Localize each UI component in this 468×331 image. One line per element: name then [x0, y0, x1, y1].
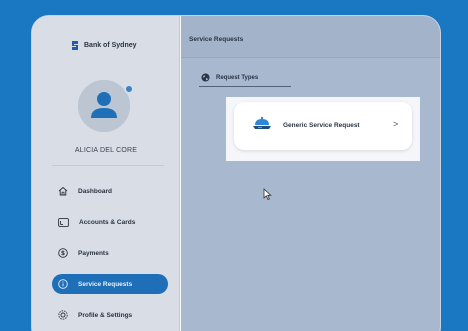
sidebar-item-service-requests[interactable]: Service Requests [52, 274, 168, 294]
svg-text:$: $ [61, 250, 65, 257]
sidebar-item-label: Accounts & Cards [79, 218, 136, 226]
sidebar-item-accounts-cards[interactable]: Accounts & Cards [52, 212, 168, 232]
chevron-right-icon: > [393, 119, 399, 129]
info-icon [58, 279, 68, 289]
mouse-cursor-icon [263, 188, 272, 201]
sidebar-item-label: Service Requests [78, 280, 133, 288]
main-content: Service Requests Request Types Generic S… [181, 16, 440, 331]
page-title: Service Requests [189, 36, 244, 43]
sidebar: Bank of Sydney ALICIA DEL CORE Dashboard [32, 16, 180, 331]
gear-icon [58, 310, 68, 320]
user-icon [78, 80, 130, 132]
sidebar-divider [52, 165, 164, 166]
service-bell-icon [253, 117, 271, 129]
sidebar-item-profile-settings[interactable]: Profile & Settings [52, 305, 168, 325]
brand: Bank of Sydney [70, 40, 137, 51]
globe-icon [201, 73, 210, 82]
app-frame: Bank of Sydney ALICIA DEL CORE Dashboard [31, 15, 441, 331]
brand-name: Bank of Sydney [84, 42, 137, 49]
main-header: Service Requests [181, 16, 440, 58]
sidebar-item-dashboard[interactable]: Dashboard [52, 181, 168, 201]
bank-logo-icon [72, 41, 78, 50]
avatar[interactable] [78, 80, 130, 132]
tab-label: Request Types [216, 74, 259, 81]
sidebar-item-label: Payments [78, 249, 109, 257]
card-icon [58, 217, 69, 227]
user-name: ALICIA DEL CORE [74, 147, 138, 154]
avatar-status-badge [124, 84, 134, 94]
generic-service-request-card[interactable]: Generic Service Request > [234, 102, 412, 150]
home-icon [58, 186, 68, 196]
dollar-icon: $ [58, 248, 68, 258]
card-label: Generic Service Request [283, 122, 360, 129]
tab-request-types[interactable]: Request Types [201, 73, 258, 82]
tab-underline [199, 86, 291, 87]
sidebar-item-payments[interactable]: $ Payments [52, 243, 168, 263]
sidebar-item-label: Profile & Settings [78, 311, 133, 319]
sidebar-item-label: Dashboard [78, 187, 112, 195]
